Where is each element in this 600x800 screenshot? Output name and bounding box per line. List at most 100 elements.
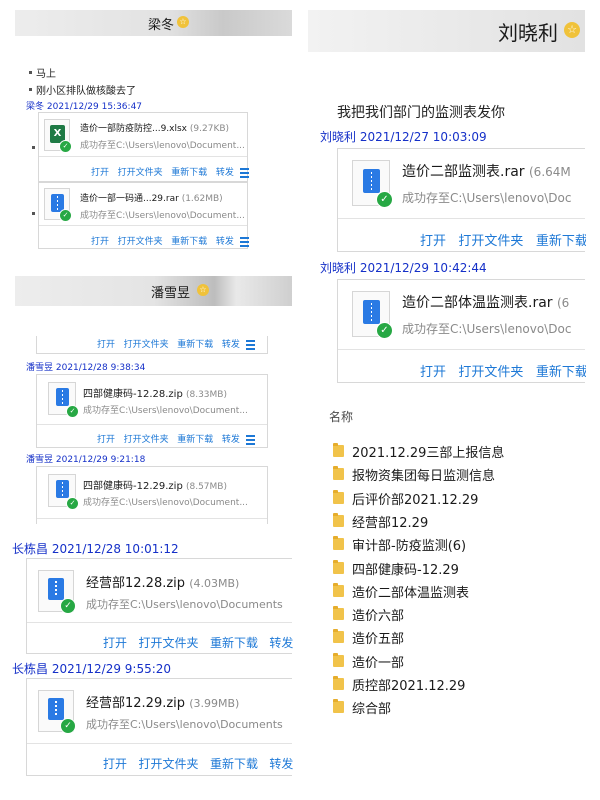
forward-button[interactable]: 转发	[269, 757, 293, 771]
file-size: (9.27KB)	[189, 124, 230, 134]
folder-icon	[333, 443, 344, 457]
success-check-icon: ✓	[60, 598, 76, 614]
file-status: 成功存至C:\Users\lenovo\Doc	[402, 322, 572, 336]
file-card: ✓ 造价一部一码通...29.rar (1.62MB) 成功存至C:\Users…	[38, 182, 249, 249]
forward-button[interactable]: 转发	[216, 237, 234, 247]
file-name: 四部健康码-12.29.zip (8.57MB)	[83, 481, 227, 492]
file-name: 造价二部体温监测表.rar (6	[402, 295, 570, 311]
file-size: (8.33MB)	[185, 390, 227, 400]
folder-item[interactable]: 造价六部	[352, 605, 404, 624]
open-button[interactable]: 打开	[103, 757, 127, 771]
success-check-icon: ✓	[60, 718, 76, 734]
file-status: 成功存至C:\Users\lenovo\Document...	[80, 211, 245, 221]
folder-item[interactable]: 造价二部体温监测表	[352, 582, 469, 601]
open-folder-button[interactable]: 打开文件夹	[458, 234, 523, 249]
open-button[interactable]: 打开	[91, 237, 109, 247]
file-name: 四部健康码-12.28.zip (8.33MB)	[83, 389, 227, 400]
forward-button[interactable]: 转发	[222, 435, 240, 445]
folder-item[interactable]: 后评价部2021.12.29	[352, 489, 478, 508]
message-timestamp: 刘晓利 2021/12/29 10:42:44	[320, 261, 487, 275]
file-icon-box: ✓	[38, 570, 76, 614]
star-badge-icon: ☆	[197, 284, 209, 296]
open-button[interactable]: 打开	[91, 168, 109, 178]
chat-message: 我把我们部门的监测表发你	[337, 105, 505, 121]
open-button[interactable]: 打开	[97, 435, 115, 445]
zip-archive-icon	[56, 480, 69, 498]
contact-name: 刘晓利	[498, 21, 558, 45]
folder-item[interactable]: 造价一部	[352, 652, 404, 671]
file-icon-box: ✓	[352, 291, 393, 339]
redownload-button[interactable]: 重新下载	[171, 237, 207, 247]
folder-item[interactable]: 综合部	[352, 698, 391, 717]
file-name: 造价二部监测表.rar (6.64M	[402, 164, 571, 180]
open-button[interactable]: 打开	[420, 365, 446, 380]
folder-item[interactable]: 2021.12.29三部上报信息	[352, 442, 504, 461]
file-status: 成功存至C:\Users\lenovo\Documents	[86, 718, 283, 731]
file-name: 造价一部一码通...29.rar (1.62MB)	[80, 194, 223, 204]
folder-icon	[333, 583, 344, 597]
open-folder-button[interactable]: 打开文件夹	[118, 168, 163, 178]
bullet-icon	[29, 71, 32, 74]
redownload-button[interactable]: 重新下载	[536, 234, 586, 249]
file-actions: 打开 打开文件夹 重新下载 转发	[97, 337, 255, 350]
success-check-icon: ✓	[376, 322, 393, 339]
open-folder-button[interactable]: 打开文件夹	[458, 365, 523, 380]
open-folder-button[interactable]: 打开文件夹	[138, 757, 198, 771]
file-size: (4.03MB)	[189, 577, 240, 590]
contact-name: 潘雪昱	[151, 286, 191, 301]
file-status: 成功存至C:\Users\lenovo\Documents	[86, 598, 283, 611]
message-timestamp: 长栋昌 2021/12/29 9:55:20	[12, 662, 172, 676]
more-menu-icon[interactable]	[239, 167, 249, 178]
open-folder-button[interactable]: 打开文件夹	[138, 636, 198, 650]
message-timestamp: 梁冬 2021/12/29 15:36:47	[26, 102, 143, 112]
folder-item[interactable]: 质控部2021.12.29	[352, 675, 465, 694]
folder-icon	[333, 653, 344, 667]
redownload-button[interactable]: 重新下载	[171, 168, 207, 178]
open-folder-button[interactable]: 打开文件夹	[118, 237, 163, 247]
more-menu-icon[interactable]	[245, 339, 255, 350]
file-card: ✓ 造价二部体温监测表.rar (6 成功存至C:\Users\lenovo\D…	[337, 279, 586, 383]
more-menu-icon[interactable]	[245, 434, 255, 445]
redownload-button[interactable]: 重新下载	[177, 340, 213, 350]
more-menu-icon[interactable]	[239, 236, 249, 247]
chat-header-d: 刘晓利 ☆	[308, 10, 585, 52]
folder-item[interactable]: 四部健康码-12.29	[352, 559, 459, 578]
file-name: 经营部12.28.zip (4.03MB)	[86, 576, 240, 591]
file-status: 成功存至C:\Users\lenovo\Document...	[80, 141, 245, 151]
open-folder-button[interactable]: 打开文件夹	[124, 340, 169, 350]
open-folder-button[interactable]: 打开文件夹	[124, 435, 169, 445]
forward-button[interactable]: 转发	[269, 636, 293, 650]
redownload-button[interactable]: 重新下载	[210, 757, 258, 771]
folder-item[interactable]: 经营部12.29	[352, 512, 428, 531]
open-button[interactable]: 打开	[103, 636, 127, 650]
file-actions: 打开 打开文件夹 重新下载 转发	[103, 755, 293, 772]
redownload-button[interactable]: 重新下载	[210, 636, 258, 650]
forward-button[interactable]: 转发	[216, 168, 234, 178]
folder-item[interactable]: 报物资集团每日监测信息	[352, 465, 495, 484]
file-card: ✓ 四部健康码-12.28.zip (8.33MB) 成功存至C:\Users\…	[36, 374, 268, 448]
folder-item[interactable]: 审计部-防疫监测(6)	[352, 535, 466, 554]
file-icon-box: X ✓	[44, 119, 72, 153]
redownload-button[interactable]: 重新下载	[177, 435, 213, 445]
contact-name: 梁冬	[148, 18, 175, 33]
zip-archive-icon	[363, 169, 380, 193]
folder-icon	[333, 536, 344, 550]
chat-message: 马上	[36, 69, 56, 80]
file-status: 成功存至C:\Users\lenovo\Doc	[402, 191, 572, 205]
forward-button[interactable]: 转发	[222, 340, 240, 350]
folder-item[interactable]: 造价五部	[352, 628, 404, 647]
file-card: ✓ 经营部12.28.zip (4.03MB) 成功存至C:\Users\len…	[26, 558, 293, 654]
folder-icon	[333, 676, 344, 690]
folder-icon	[333, 490, 344, 504]
file-actions: 打开 打开文件夹 重新下载 转发	[91, 165, 249, 178]
file-actions: 打开 打开文件夹 重新下载 转发	[97, 432, 255, 445]
message-timestamp: 长栋昌 2021/12/28 10:01:12	[12, 542, 179, 556]
chat-message: 刚小区排队做核酸去了	[36, 86, 136, 97]
redownload-button[interactable]: 重新下载	[536, 365, 586, 380]
file-name: 造价一部防疫防控...9.xlsx (9.27KB)	[80, 124, 230, 134]
open-button[interactable]: 打开	[97, 340, 115, 350]
open-button[interactable]: 打开	[420, 234, 446, 249]
file-icon-box: ✓	[44, 188, 72, 222]
folder-icon	[333, 606, 344, 620]
success-check-icon: ✓	[59, 140, 72, 153]
